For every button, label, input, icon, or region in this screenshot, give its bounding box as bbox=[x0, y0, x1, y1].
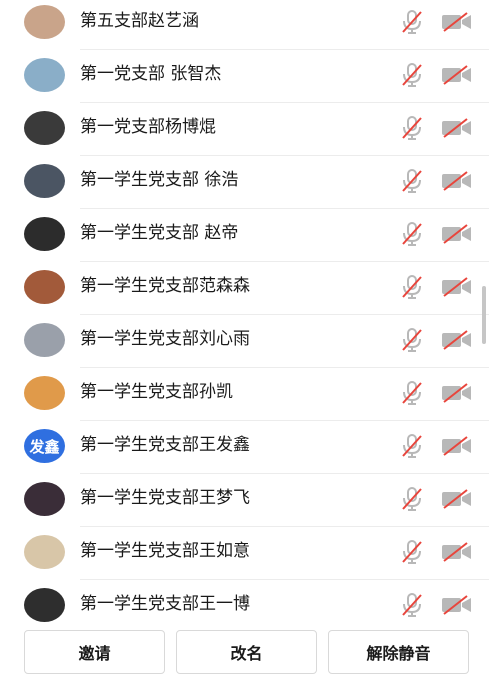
mic-muted-icon[interactable] bbox=[400, 9, 424, 35]
participant-name: 第五支部赵艺涵 bbox=[80, 11, 199, 31]
participant-row[interactable]: 第一学生党支部刘心雨 bbox=[0, 315, 489, 368]
participant-row[interactable]: 第一党支部杨博焜 bbox=[0, 103, 489, 156]
avatar bbox=[24, 111, 65, 145]
camera-off-icon[interactable] bbox=[441, 542, 472, 562]
participant-list-screen: 第五支部赵艺涵 第一党支部 张智杰 第一党支部杨博焜 第一学生党支部 徐浩 第一… bbox=[0, 0, 489, 680]
participant-row[interactable]: 第一学生党支部范森森 bbox=[0, 262, 489, 315]
bottom-action-bar: 邀请 改名 解除静音 bbox=[0, 626, 489, 680]
participant-row[interactable]: 第一党支部 张智杰 bbox=[0, 50, 489, 103]
avatar bbox=[24, 482, 65, 516]
mic-muted-icon[interactable] bbox=[400, 592, 424, 618]
avatar bbox=[24, 270, 65, 304]
camera-off-icon[interactable] bbox=[441, 436, 472, 456]
avatar bbox=[24, 588, 65, 622]
camera-off-icon[interactable] bbox=[441, 65, 472, 85]
participant-row[interactable]: 发鑫 第一学生党支部王发鑫 bbox=[0, 421, 489, 474]
participant-name: 第一学生党支部刘心雨 bbox=[80, 329, 250, 349]
camera-off-icon[interactable] bbox=[441, 489, 472, 509]
participant-name: 第一学生党支部 赵帝 bbox=[80, 223, 239, 243]
participant-name: 第一学生党支部王如意 bbox=[80, 541, 250, 561]
camera-off-icon[interactable] bbox=[441, 224, 472, 244]
avatar bbox=[24, 535, 65, 569]
participant-name: 第一学生党支部范森森 bbox=[80, 276, 250, 296]
avatar bbox=[24, 164, 65, 198]
participant-name: 第一学生党支部王一博 bbox=[80, 594, 250, 614]
mic-muted-icon[interactable] bbox=[400, 486, 424, 512]
mic-muted-icon[interactable] bbox=[400, 274, 424, 300]
mic-muted-icon[interactable] bbox=[400, 168, 424, 194]
camera-off-icon[interactable] bbox=[441, 12, 472, 32]
avatar bbox=[24, 5, 65, 39]
camera-off-icon[interactable] bbox=[441, 330, 472, 350]
participant-list[interactable]: 第五支部赵艺涵 第一党支部 张智杰 第一党支部杨博焜 第一学生党支部 徐浩 第一… bbox=[0, 0, 489, 626]
mic-muted-icon[interactable] bbox=[400, 380, 424, 406]
camera-off-icon[interactable] bbox=[441, 171, 472, 191]
avatar bbox=[24, 323, 65, 357]
participant-row[interactable]: 第一学生党支部王如意 bbox=[0, 527, 489, 580]
participant-row[interactable]: 第一学生党支部王一博 bbox=[0, 580, 489, 626]
mic-muted-icon[interactable] bbox=[400, 433, 424, 459]
participant-name: 第一学生党支部王发鑫 bbox=[80, 435, 250, 455]
avatar bbox=[24, 58, 65, 92]
invite-button[interactable]: 邀请 bbox=[24, 630, 165, 674]
participant-row[interactable]: 第一学生党支部王梦飞 bbox=[0, 474, 489, 527]
participant-name: 第一党支部杨博焜 bbox=[80, 117, 216, 137]
camera-off-icon[interactable] bbox=[441, 118, 472, 138]
participant-name: 第一学生党支部 徐浩 bbox=[80, 170, 239, 190]
avatar bbox=[24, 217, 65, 251]
unmute-button[interactable]: 解除静音 bbox=[328, 630, 469, 674]
camera-off-icon[interactable] bbox=[441, 383, 472, 403]
mic-muted-icon[interactable] bbox=[400, 115, 424, 141]
participant-name: 第一学生党支部王梦飞 bbox=[80, 488, 250, 508]
participant-row[interactable]: 第一学生党支部孙凯 bbox=[0, 368, 489, 421]
participant-row[interactable]: 第一学生党支部 赵帝 bbox=[0, 209, 489, 262]
avatar bbox=[24, 376, 65, 410]
participant-name: 第一学生党支部孙凯 bbox=[80, 382, 233, 402]
rename-button[interactable]: 改名 bbox=[176, 630, 317, 674]
scrollbar[interactable] bbox=[482, 286, 486, 344]
avatar: 发鑫 bbox=[24, 429, 65, 463]
camera-off-icon[interactable] bbox=[441, 595, 472, 615]
camera-off-icon[interactable] bbox=[441, 277, 472, 297]
mic-muted-icon[interactable] bbox=[400, 221, 424, 247]
participant-name: 第一党支部 张智杰 bbox=[80, 64, 222, 84]
mic-muted-icon[interactable] bbox=[400, 62, 424, 88]
participant-row[interactable]: 第一学生党支部 徐浩 bbox=[0, 156, 489, 209]
participant-row[interactable]: 第五支部赵艺涵 bbox=[0, 0, 489, 50]
mic-muted-icon[interactable] bbox=[400, 539, 424, 565]
mic-muted-icon[interactable] bbox=[400, 327, 424, 353]
